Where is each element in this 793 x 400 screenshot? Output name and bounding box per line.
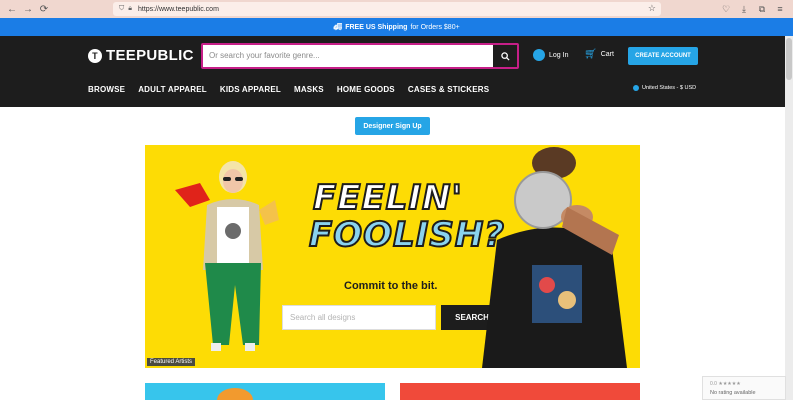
bookmark-star-icon[interactable]: ☆ [648,3,656,14]
page-scrollbar[interactable] [785,36,793,400]
search-button[interactable] [493,45,517,67]
promo-bold: FREE US Shipping [345,23,408,31]
logo-text: TEEPUBLIC [106,47,194,64]
reload-icon[interactable]: ⟳ [36,1,52,17]
designer-signup-button[interactable]: Designer Sign Up [355,117,430,135]
truck-icon: 🚚︎ [333,24,343,31]
rating-stars: 0.0 ★★★★★ [710,381,741,387]
user-icon [533,49,545,61]
lock-icon: 🔒︎ [128,5,132,12]
forward-icon[interactable]: → [20,1,36,17]
search-placeholder: Or search your favorite genre... [209,51,320,60]
browser-toolbar: ← → ⟳ ⛉ 🔒︎ https://www.teepublic.com ☆ ♡… [0,0,793,18]
category-tile-blue[interactable] [145,383,385,400]
login-label: Log In [549,51,569,59]
hero-subtitle: Commit to the bit. [344,280,438,292]
cart-link[interactable]: 🛒︎ Cart [584,49,614,60]
create-account-button[interactable]: CREATE ACCOUNT [628,47,698,65]
locale-selector[interactable]: United States - $ USD [633,85,696,91]
nav-masks[interactable]: MASKS [294,85,324,94]
back-icon[interactable]: ← [4,1,20,17]
main-nav: BROWSE ADULT APPAREL KIDS APPAREL MASKS … [88,85,489,94]
logo[interactable]: T TEEPUBLIC [88,47,194,64]
url-text: https://www.teepublic.com [137,5,219,13]
nav-browse[interactable]: BROWSE [88,85,125,94]
pocket-icon[interactable]: ♡ [719,2,733,16]
scrollbar-thumb[interactable] [786,38,792,80]
hero-model-right [482,147,627,368]
nav-kids-apparel[interactable]: KIDS APPAREL [220,85,281,94]
logo-icon: T [88,48,102,63]
cart-label: Cart [600,51,614,58]
hero-model-left [175,161,279,351]
site-header: T TEEPUBLIC Or search your favorite genr… [0,36,785,107]
search-icon [500,51,510,61]
cart-icon: 🛒︎ [584,49,597,60]
nav-home-goods[interactable]: HOME GOODS [337,85,395,94]
hero-title-line1: FEELIN' [312,177,463,219]
nav-adult-apparel[interactable]: ADULT APPAREL [138,85,207,94]
promo-bar[interactable]: 🚚︎ FREE US Shipping for Orders $80+ [0,18,793,36]
rating-widget[interactable]: 0.0 ★★★★★ No rating available [702,376,786,400]
download-icon[interactable]: ⤓ [737,2,751,16]
hero-banner[interactable]: FEELIN' FOOLISH? Commit to the bit. Sear… [145,145,640,368]
search-field[interactable]: Or search your favorite genre... [201,43,519,69]
locale-label: United States - $ USD [642,85,697,91]
rating-text: No rating available [710,390,756,396]
menu-icon[interactable]: ≡ [773,2,787,16]
globe-icon [633,85,639,91]
promo-text: for Orders $80+ [410,23,460,31]
featured-artists-tag[interactable]: Featured Artists [147,358,196,366]
category-tile-red[interactable] [400,383,640,400]
nav-cases-stickers[interactable]: CASES & STICKERS [408,85,489,94]
tile-illustration [217,388,253,400]
address-bar[interactable]: ⛉ 🔒︎ https://www.teepublic.com ☆ [113,2,661,16]
hero-search-input[interactable]: Search all designs [282,305,436,330]
hero-title-line2: FOOLISH? [308,214,506,256]
extensions-icon[interactable]: ⧉ [755,2,769,16]
login-link[interactable]: Log In [533,49,568,61]
hero-search-placeholder: Search all designs [290,313,356,322]
shield-icon: ⛉ [119,5,125,12]
